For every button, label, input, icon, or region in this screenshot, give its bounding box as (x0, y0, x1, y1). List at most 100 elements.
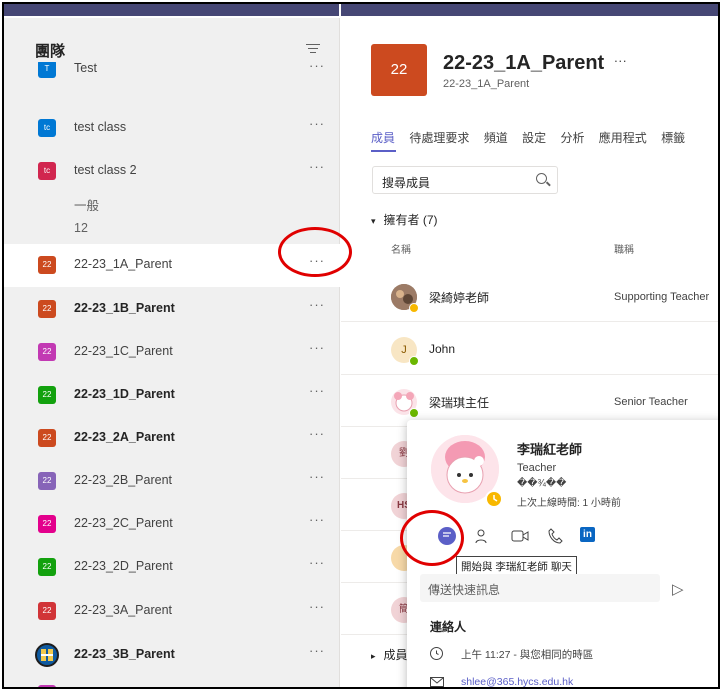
tab-analytics[interactable]: 分析 (560, 131, 584, 145)
title-bar (4, 4, 718, 18)
team-item-test-class[interactable]: tc test class ··· (4, 107, 340, 150)
email-link[interactable]: shlee@365.hycs.edu.hk (461, 676, 573, 687)
chat-tooltip: 開始與 李瑞紅老師 聊天 (456, 556, 577, 576)
team-item-1d-parent[interactable]: 22 22-23_1D_Parent ··· (4, 374, 340, 417)
team-item-1c-parent[interactable]: 22 22-23_1C_Parent ··· (4, 331, 340, 374)
app-window: 團隊 T Test ··· tc test class ··· tc test … (2, 2, 720, 689)
team-item-1b-parent[interactable]: 22 22-23_1B_Parent ··· (4, 288, 340, 331)
team-avatar: 22 (371, 44, 427, 96)
profile-title: Teacher (517, 462, 557, 474)
team-tile: 22 (38, 602, 56, 620)
more-options-icon[interactable]: ··· (309, 340, 325, 355)
members-section-toggle[interactable]: ▸ 成員 (371, 646, 408, 663)
team-label: 22-23_1C_Parent (74, 344, 173, 358)
team-label: 22-23_3A_Parent (74, 603, 172, 617)
more-options-icon[interactable]: ··· (309, 426, 325, 441)
team-item-next[interactable] (4, 679, 340, 687)
member-row[interactable]: J John (341, 323, 718, 375)
more-options-icon[interactable]: ··· (309, 116, 325, 131)
more-options-icon[interactable]: ··· (309, 599, 325, 614)
people-icon[interactable] (474, 527, 492, 545)
member-search-input[interactable]: 搜尋成員 (372, 166, 558, 194)
member-role: Supporting Teacher (614, 291, 710, 303)
team-tile: 22 (38, 515, 56, 533)
title-bar-accent-left (4, 4, 339, 16)
team-tile: 22 (38, 429, 56, 447)
more-options-icon[interactable]: ··· (309, 383, 325, 398)
owners-label: 擁有者 (7) (383, 213, 438, 227)
profile-last-seen: 上次上線時間: 1 小時前 (517, 498, 621, 509)
team-label: test class (74, 120, 127, 134)
team-tile: 22 (38, 472, 56, 490)
phone-call-icon[interactable] (547, 527, 563, 545)
search-placeholder: 搜尋成員 (382, 176, 431, 190)
team-label: 22-23_2A_Parent (74, 430, 175, 444)
more-options-icon[interactable]: ··· (309, 297, 325, 312)
teams-sidebar: 團隊 T Test ··· tc test class ··· tc test … (4, 18, 340, 687)
tab-pending-requests[interactable]: 待處理要求 (409, 131, 469, 145)
mail-icon (430, 677, 444, 687)
tab-apps[interactable]: 應用程式 (599, 131, 647, 145)
team-label: 22-23_2B_Parent (74, 473, 172, 487)
local-time: 上午 11:27 - 與您相同的時區 (461, 649, 594, 661)
owners-section-toggle[interactable]: ▾ 擁有者 (7) (371, 211, 438, 228)
search-icon[interactable] (536, 173, 547, 184)
contact-header: 連絡人 (430, 620, 467, 634)
quick-message-input[interactable]: 傳送快速訊息 (420, 574, 660, 602)
team-label: 22-23_2C_Parent (74, 516, 173, 530)
presence-away-icon (485, 490, 503, 508)
member-name: 梁瑞琪主任 (429, 396, 490, 410)
school-logo-icon (35, 643, 59, 667)
member-role: Senior Teacher (614, 396, 688, 408)
more-options-icon[interactable]: ··· (309, 512, 325, 527)
sidebar-title: 團隊 (35, 43, 66, 60)
team-label: 22-23_1B_Parent (74, 301, 175, 315)
presence-available-icon (409, 408, 419, 418)
member-name: 梁綺婷老師 (429, 291, 490, 305)
column-header-name[interactable]: 名稱 (391, 241, 411, 256)
team-tile: T (38, 62, 56, 78)
more-options-icon[interactable]: ··· (309, 555, 325, 570)
channel-item-general[interactable]: 一般 (74, 195, 99, 214)
more-options-icon[interactable]: ··· (309, 469, 325, 484)
video-call-icon[interactable] (510, 528, 530, 544)
tab-channels[interactable]: 頻道 (484, 131, 508, 145)
team-item-3a-parent[interactable]: 22 22-23_3A_Parent ··· (4, 590, 340, 633)
team-item-3b-parent[interactable]: 22-23_3B_Parent ··· (4, 634, 340, 677)
more-options-icon[interactable]: ··· (309, 159, 325, 174)
members-section-label: 成員 (383, 648, 408, 662)
presence-available-icon (409, 356, 419, 366)
title-bar-accent-right (341, 4, 718, 16)
team-tabs: 成員 待處理要求 頻道 設定 分析 應用程式 標籤 (371, 129, 696, 146)
team-subtitle: 22-23_1A_Parent (443, 78, 530, 90)
team-more-icon[interactable]: ··· (614, 53, 627, 68)
team-label: Test (74, 62, 97, 75)
tab-tags[interactable]: 標籤 (661, 131, 685, 145)
more-options-icon[interactable]: ··· (309, 643, 325, 658)
team-tile (38, 685, 56, 687)
column-header-role[interactable]: 職稱 (614, 241, 634, 256)
team-item-2c-parent[interactable]: 22 22-23_2C_Parent ··· (4, 503, 340, 546)
active-tab-indicator (371, 150, 396, 152)
team-tile: 22 (38, 300, 56, 318)
more-options-icon[interactable]: ··· (309, 62, 325, 73)
team-item-test[interactable]: T Test ··· (4, 62, 340, 92)
channel-item-12[interactable]: 12 (74, 221, 88, 235)
profile-name: 李瑞紅老師 (517, 442, 583, 457)
team-item-2d-parent[interactable]: 22 22-23_2D_Parent ··· (4, 546, 340, 589)
team-tile: 22 (38, 256, 56, 274)
team-item-test-class-2[interactable]: tc test class 2 ··· (4, 150, 340, 193)
team-tile: 22 (38, 343, 56, 361)
team-label: test class 2 (74, 163, 137, 177)
tab-members[interactable]: 成員 (371, 131, 395, 145)
member-row[interactable]: 梁綺婷老師 Supporting Teacher (341, 270, 718, 322)
profile-department: ��¾�� (517, 478, 567, 489)
tab-settings[interactable]: 設定 (522, 131, 546, 145)
clock-icon (430, 647, 443, 660)
team-item-2a-parent[interactable]: 22 22-23_2A_Parent ··· (4, 417, 340, 460)
linkedin-icon[interactable]: in (580, 527, 595, 542)
team-item-2b-parent[interactable]: 22 22-23_2B_Parent ··· (4, 460, 340, 503)
team-tile: tc (38, 119, 56, 137)
send-icon[interactable]: ▷ (672, 580, 684, 598)
filter-icon[interactable] (306, 44, 320, 54)
